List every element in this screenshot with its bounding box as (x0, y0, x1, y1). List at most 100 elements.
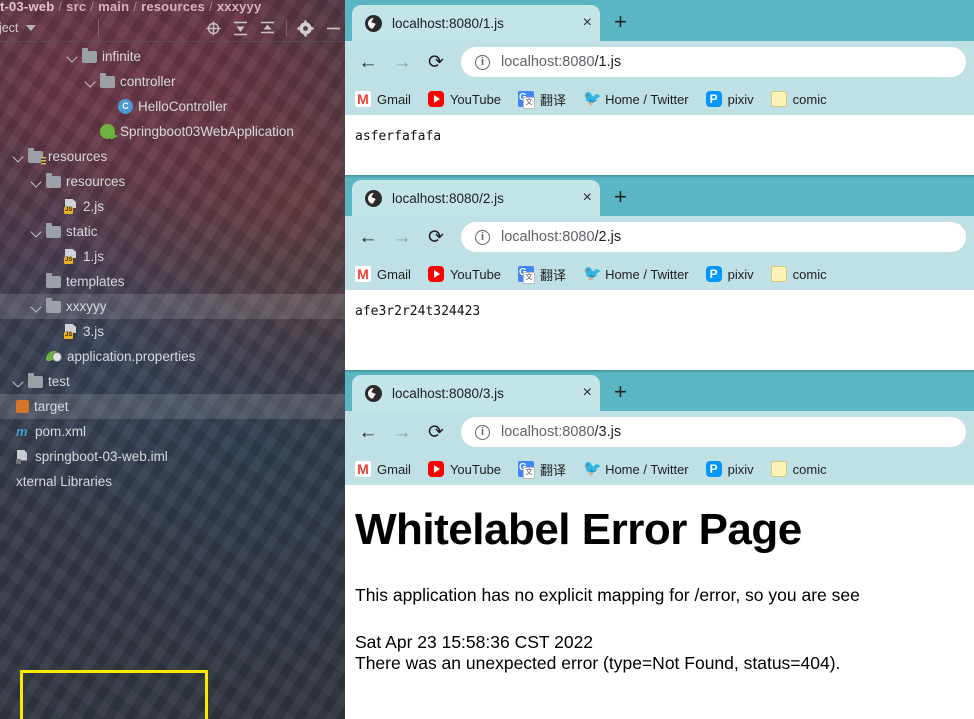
tree-node-label: resources (66, 174, 126, 189)
browser-tab[interactable]: localhost:8080/2.js × (352, 180, 600, 216)
bookmark-label: 翻译 (540, 267, 567, 283)
screenshot-root: t-03-web/src/main/resources/xxxyyy oject (0, 0, 974, 719)
new-tab-button[interactable]: + (614, 381, 627, 403)
bookmark-gmail[interactable]: Gmail (355, 266, 411, 282)
breadcrumb-item-0[interactable]: t-03-web (0, 0, 54, 14)
tree-node-templates[interactable]: templates (0, 269, 345, 294)
chevron-down-icon[interactable] (84, 75, 97, 88)
locate-target-icon[interactable] (205, 20, 222, 37)
tree-node-resources[interactable]: resources (0, 144, 345, 169)
new-tab-button[interactable]: + (614, 11, 627, 33)
browser-tab[interactable]: localhost:8080/3.js × (352, 375, 600, 411)
folder-icon (46, 172, 61, 188)
page-content-1: asferfafafa (345, 115, 974, 175)
chevron-down-icon[interactable] (30, 300, 43, 313)
browser-toolbar: ← → ⟳ i localhost:8080/1.js (345, 41, 974, 83)
tree-node-xternal-libraries[interactable]: xternal Libraries (0, 469, 345, 494)
ide-window: t-03-web/src/main/resources/xxxyyy oject (0, 0, 345, 719)
google-translate-icon (518, 91, 536, 109)
tree-node-infinite[interactable]: infinite (0, 44, 345, 69)
collapse-all-icon[interactable] (259, 20, 276, 37)
bookmark-home-twitter[interactable]: 🐦 Home / Twitter (583, 461, 689, 477)
forward-button[interactable]: → (387, 222, 417, 252)
address-bar[interactable]: i localhost:8080/3.js (461, 417, 966, 447)
bookmark-comic[interactable]: comic (770, 461, 827, 477)
tree-node-1-js[interactable]: 1.js (0, 244, 345, 269)
site-info-icon[interactable]: i (475, 229, 490, 245)
bookmark-label: comic (792, 91, 827, 107)
breadcrumb[interactable]: t-03-web / src / main / resources / xxxyyy (0, 0, 345, 15)
bookmark-home-twitter[interactable]: 🐦 Home / Twitter (583, 91, 689, 107)
close-tab-icon[interactable]: × (583, 190, 592, 206)
bookmark-pixiv[interactable]: Ppixiv (705, 266, 754, 282)
bookmark-gmail[interactable]: Gmail (355, 91, 411, 107)
bookmark-comic[interactable]: comic (770, 266, 827, 282)
bookmark-youtube[interactable]: YouTube (427, 91, 501, 107)
back-button[interactable]: ← (353, 222, 383, 252)
tree-node-2-js[interactable]: 2.js (0, 194, 345, 219)
tree-node-controller[interactable]: controller (0, 69, 345, 94)
project-tree[interactable]: infinite controller C HelloController Spring… (0, 42, 345, 494)
chevron-down-icon[interactable] (30, 175, 43, 188)
tree-node-resources[interactable]: resources (0, 169, 345, 194)
breadcrumb-item-3[interactable]: resources (141, 0, 205, 14)
reload-button[interactable]: ⟳ (421, 222, 451, 252)
bookmark--[interactable]: 翻译 (518, 460, 566, 479)
bookmark-gmail[interactable]: Gmail (355, 461, 411, 477)
tree-node-xxxyyy[interactable]: xxxyyy (0, 294, 345, 319)
error-page-heading: Whitelabel Error Page (355, 505, 802, 554)
close-tab-icon[interactable]: × (583, 15, 592, 31)
back-button[interactable]: ← (353, 47, 383, 77)
chevron-down-icon[interactable] (12, 150, 25, 163)
address-bar-url: localhost:8080/1.js (501, 54, 621, 70)
close-tab-icon[interactable]: × (583, 385, 592, 401)
address-bar[interactable]: i localhost:8080/2.js (461, 222, 966, 252)
tree-node-3-js[interactable]: 3.js (0, 319, 345, 344)
bookmark-home-twitter[interactable]: 🐦 Home / Twitter (583, 266, 689, 282)
tree-node-label: 3.js (83, 324, 105, 339)
bookmark-youtube[interactable]: YouTube (427, 461, 501, 477)
chevron-down-icon[interactable] (66, 50, 79, 63)
reload-button[interactable]: ⟳ (421, 417, 451, 447)
reload-button[interactable]: ⟳ (421, 47, 451, 77)
error-page-paragraph: This application has no explicit mapping… (355, 585, 860, 605)
breadcrumb-separator: / (58, 0, 63, 14)
bookmark--[interactable]: 翻译 (518, 265, 566, 284)
project-toolwindow-title[interactable]: oject (0, 21, 18, 35)
chevron-down-icon[interactable] (30, 225, 43, 238)
address-bar[interactable]: i localhost:8080/1.js (461, 47, 966, 77)
new-tab-button[interactable]: + (614, 186, 627, 208)
bookmark--[interactable]: 翻译 (518, 90, 566, 109)
tree-node-static[interactable]: static (0, 219, 345, 244)
bookmark-pixiv[interactable]: Ppixiv (705, 91, 754, 107)
tree-node-target[interactable]: target (0, 394, 345, 419)
bookmark-youtube[interactable]: YouTube (427, 266, 501, 282)
breadcrumb-item-1[interactable]: src (66, 0, 86, 14)
tree-node-test[interactable]: test (0, 369, 345, 394)
forward-button[interactable]: → (387, 47, 417, 77)
site-info-icon[interactable]: i (475, 54, 490, 70)
browser-tab[interactable]: localhost:8080/1.js × (352, 5, 600, 41)
back-button[interactable]: ← (353, 417, 383, 447)
breadcrumb-item-4[interactable]: xxxyyy (217, 0, 262, 14)
expand-all-icon[interactable] (232, 20, 249, 37)
tree-node-springboot-03-web-iml[interactable]: springboot-03-web.iml (0, 444, 345, 469)
chevron-down-icon[interactable] (26, 25, 37, 31)
breadcrumb-item-2[interactable]: main (98, 0, 129, 14)
tree-node-label: test (48, 374, 70, 389)
tree-node-pom-xml[interactable]: m pom.xml (0, 419, 345, 444)
bookmark-pixiv[interactable]: Ppixiv (705, 461, 754, 477)
iml-file-icon (16, 450, 30, 464)
gear-icon[interactable] (297, 19, 314, 37)
forward-button[interactable]: → (387, 417, 417, 447)
bookmark-comic[interactable]: comic (770, 91, 827, 107)
minimize-icon[interactable] (324, 20, 341, 37)
tree-node-springboot03webapplication[interactable]: Springboot03WebApplication (0, 119, 345, 144)
tree-node-application-properties[interactable]: application.properties (0, 344, 345, 369)
tree-node-hellocontroller[interactable]: C HelloController (0, 94, 345, 119)
site-info-icon[interactable]: i (475, 424, 490, 440)
chevron-right-icon[interactable] (12, 375, 25, 388)
